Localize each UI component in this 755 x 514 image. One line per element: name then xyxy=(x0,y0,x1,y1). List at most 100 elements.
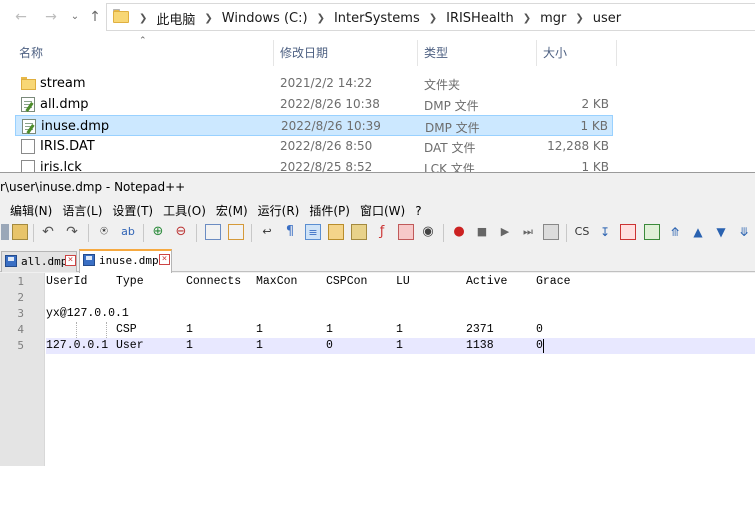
chevron-right-icon[interactable]: ❯ xyxy=(133,13,153,24)
last-diff-icon[interactable]: ⤋ xyxy=(736,224,752,240)
header-connects: Connects xyxy=(186,275,242,288)
breadcrumb-item[interactable]: 此电脑 xyxy=(153,9,198,28)
notepad-file-icon xyxy=(21,97,35,112)
toolbar-separator xyxy=(143,224,144,242)
header-grace: Grace xyxy=(536,275,571,288)
file-name: stream xyxy=(40,76,86,91)
menu-tools[interactable]: 工具(O) xyxy=(158,201,211,221)
menu-help[interactable]: ? xyxy=(410,201,426,221)
column-divider[interactable] xyxy=(536,40,537,66)
monitoring-eye-icon[interactable]: ◉ xyxy=(420,224,436,240)
first-diff-icon[interactable]: ⤊ xyxy=(667,224,683,240)
tab-all-dmp[interactable]: all.dmp × xyxy=(1,251,77,272)
show-all-chars-icon[interactable]: ¶ xyxy=(282,224,298,240)
text-editor[interactable]: 1 2 3 4 5 UserId Type Connects MaxCon CS… xyxy=(0,273,755,466)
stop-macro-icon[interactable]: ■ xyxy=(474,224,490,240)
chevron-right-icon[interactable]: ❯ xyxy=(423,13,443,24)
cell-connects: 1 xyxy=(186,323,193,336)
compare-panel-icon[interactable] xyxy=(620,224,636,240)
next-diff-icon[interactable]: ▼ xyxy=(713,224,729,240)
diff-download-icon[interactable]: ↧ xyxy=(597,224,613,240)
breadcrumb-item[interactable]: user xyxy=(590,11,624,26)
indent-guide xyxy=(76,322,77,338)
column-header-date[interactable]: 修改日期 xyxy=(280,42,328,64)
menu-plugins[interactable]: 插件(P) xyxy=(304,201,355,221)
menu-edit[interactable]: 编辑(N) xyxy=(0,201,57,221)
sync-horizontal-icon[interactable] xyxy=(228,224,244,240)
column-header-type[interactable]: 类型 xyxy=(424,42,448,64)
breadcrumb: ❯ 此电脑 ❯ Windows (C:) ❯ InterSystems ❯ IR… xyxy=(133,9,624,28)
line-number: 3 xyxy=(17,307,24,320)
toolbar-separator xyxy=(443,224,444,242)
play-macro-multiple-icon[interactable]: ⏭ xyxy=(520,224,536,240)
chevron-right-icon[interactable]: ❯ xyxy=(198,13,218,24)
forward-arrow-icon[interactable]: → xyxy=(42,8,60,26)
column-divider[interactable] xyxy=(417,40,418,66)
line-number: 5 xyxy=(17,339,24,352)
zoom-in-icon[interactable]: ⊕ xyxy=(150,224,166,240)
close-icon[interactable]: × xyxy=(159,254,170,265)
save-macro-icon[interactable] xyxy=(543,224,559,240)
menu-language[interactable]: 语言(L) xyxy=(57,201,107,221)
chevron-right-icon[interactable]: ❯ xyxy=(311,13,331,24)
menu-run[interactable]: 运行(R) xyxy=(253,201,305,221)
play-macro-icon[interactable]: ▶ xyxy=(497,224,513,240)
recent-dropdown-icon[interactable]: ⌄ xyxy=(66,8,84,26)
language-define-icon[interactable] xyxy=(328,224,344,240)
breadcrumb-item[interactable]: IRISHealth xyxy=(443,11,517,26)
file-type: DMP 文件 xyxy=(424,99,479,113)
undo-icon[interactable]: ↶ xyxy=(40,224,56,240)
up-arrow-icon[interactable]: ↑ xyxy=(86,8,104,26)
replace-icon[interactable]: ab xyxy=(120,224,136,240)
toolbar: ↶ ↷ ⍟ ab ⊕ ⊖ ↩ ¶ ≡ ƒ ◉ ● ■ ▶ ⏭ CS ↧ ⤊ ▲ … xyxy=(0,222,755,245)
header-cspcon: CSPCon xyxy=(326,275,368,288)
redo-icon[interactable]: ↷ xyxy=(64,224,80,240)
file-name: IRIS.DAT xyxy=(40,139,95,154)
column-header-name[interactable]: 名称 xyxy=(19,42,43,64)
file-row[interactable]: all.dmp 2022/8/26 10:38 DMP 文件 2 KB xyxy=(15,94,613,115)
line-number: 4 xyxy=(17,323,24,336)
column-header-size[interactable]: 大小 xyxy=(543,42,567,64)
find-icon[interactable]: ⍟ xyxy=(96,224,112,240)
file-row-selected[interactable]: inuse.dmp 2022/8/26 10:39 DMP 文件 1 KB xyxy=(15,115,613,136)
menu-macro[interactable]: 宏(M) xyxy=(211,201,253,221)
close-all-icon[interactable] xyxy=(1,224,9,240)
back-arrow-icon[interactable]: ← xyxy=(12,8,30,26)
paste-icon[interactable] xyxy=(12,224,28,240)
cell-type: User xyxy=(116,339,144,352)
record-macro-icon[interactable]: ● xyxy=(451,224,467,240)
cell-cspcon: 0 xyxy=(326,339,333,352)
menu-bar: 编辑(N) 语言(L) 设置(T) 工具(O) 宏(M) 运行(R) 插件(P)… xyxy=(0,201,427,221)
sync-vertical-icon[interactable] xyxy=(205,224,221,240)
folder-as-workspace-icon[interactable] xyxy=(398,224,414,240)
function-list-icon[interactable]: ƒ xyxy=(374,224,390,240)
zoom-out-icon[interactable]: ⊖ xyxy=(173,224,189,240)
menu-settings[interactable]: 设置(T) xyxy=(107,201,158,221)
menu-window[interactable]: 窗口(W) xyxy=(355,201,410,221)
chevron-right-icon[interactable]: ❯ xyxy=(517,13,537,24)
close-icon[interactable]: × xyxy=(65,255,76,266)
chevron-right-icon[interactable]: ❯ xyxy=(569,13,589,24)
line-number: 2 xyxy=(17,291,24,304)
breadcrumb-item[interactable]: Windows (C:) xyxy=(219,11,311,26)
column-divider[interactable] xyxy=(273,40,274,66)
document-map-icon[interactable] xyxy=(351,224,367,240)
tab-inuse-dmp[interactable]: inuse.dmp × xyxy=(79,249,172,273)
cell-grace: 0 xyxy=(536,323,543,336)
compare-icon[interactable]: CS xyxy=(573,224,591,240)
file-name: inuse.dmp xyxy=(41,119,110,134)
word-wrap-icon[interactable]: ↩ xyxy=(259,224,275,240)
breadcrumb-item[interactable]: mgr xyxy=(537,11,569,26)
file-row[interactable]: stream 2021/2/2 14:22 文件夹 xyxy=(15,73,613,94)
file-date: 2021/2/2 14:22 xyxy=(280,76,373,90)
toolbar-separator xyxy=(196,224,197,242)
indent-guide-icon[interactable]: ≡ xyxy=(305,224,321,240)
cell-maxcon: 1 xyxy=(256,339,263,352)
file-type: DAT 文件 xyxy=(424,141,476,155)
file-row[interactable]: IRIS.DAT 2022/8/26 8:50 DAT 文件 12,288 KB xyxy=(15,136,613,157)
column-divider[interactable] xyxy=(616,40,617,66)
breadcrumb-item[interactable]: InterSystems xyxy=(331,11,423,26)
address-bar[interactable]: ❯ 此电脑 ❯ Windows (C:) ❯ InterSystems ❯ IR… xyxy=(106,3,755,31)
compare-lines-icon[interactable] xyxy=(644,224,660,240)
prev-diff-icon[interactable]: ▲ xyxy=(690,224,706,240)
